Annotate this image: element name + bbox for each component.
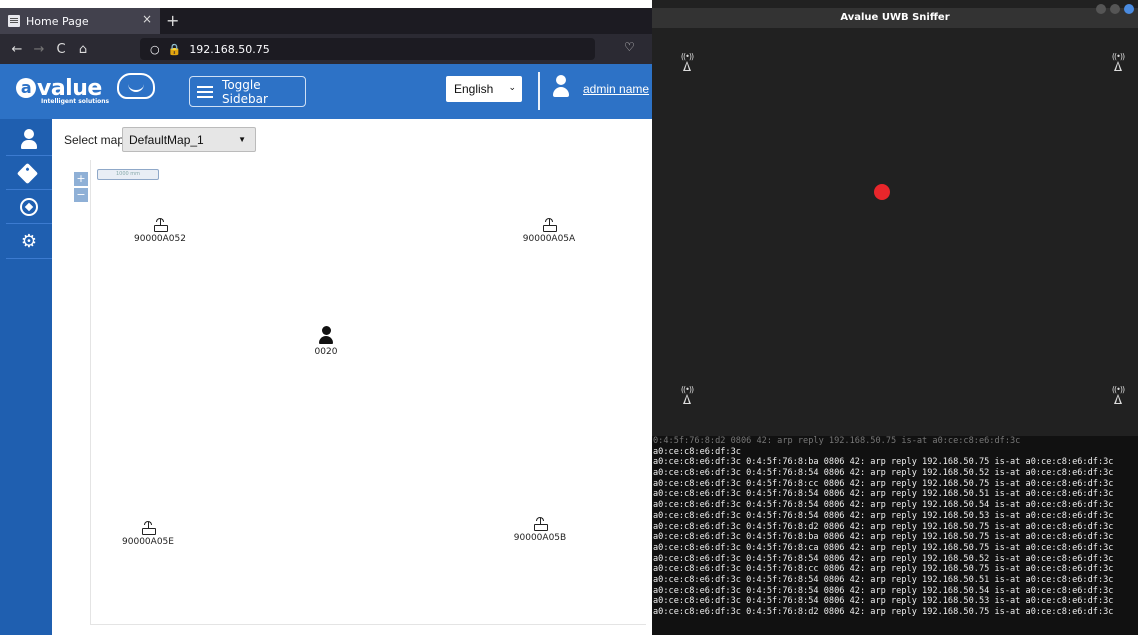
close-button[interactable] [1124,4,1134,14]
shield-icon[interactable]: ○ [150,43,160,56]
terminal-line: a0:ce:c8:e6:df:3c 0:4:5f:76:8:ba 0806 42… [653,457,1114,468]
tab-bar: Home Page × + [0,8,652,34]
person-tag-icon [321,326,331,335]
user-name-link[interactable]: admin name [583,82,649,96]
pocket-icon[interactable]: ♡ [624,40,635,54]
zoom-out-button[interactable]: − [74,188,88,202]
toggle-sidebar-label: Toggle Sidebar [222,77,268,106]
antenna-tower-icon: ((•)) [680,53,694,73]
user-avatar-icon[interactable] [553,75,569,101]
gear-icon: ⚙ [20,231,38,252]
antenna-tower-icon: ((•)) [680,386,694,406]
terminal-line: a0:ce:c8:e6:df:3c 0:4:5f:76:8:d2 0806 42… [653,607,1114,617]
language-select[interactable]: English ⌄ [446,76,522,102]
anchor-marker[interactable]: 90000A05A [504,218,594,244]
terminal-line: a0:ce:c8:e6:df:3c 0:4:5f:76:8:54 0806 42… [653,510,1114,521]
anchor-icon [533,517,548,531]
antenna-tower-icon: ((•)) [1111,53,1125,73]
lock-icon[interactable]: 🔒 [168,43,182,56]
browser-window: Home Page × + ← → C ⌂ ○ 🔒 192.168.50.75 … [0,0,719,635]
language-selected: English [454,82,494,96]
url-text: 192.168.50.75 [189,42,270,56]
terminal-line: a0:ce:c8:e6:df:3c 0:4:5f:76:8:cc 0806 42… [653,564,1114,575]
tag-icon [16,162,39,185]
app-header: a value Intelligent solutions Toggle Side… [0,64,652,119]
map-selected: DefaultMap_1 [129,132,204,147]
terminal-line: a0:ce:c8:e6:df:3c 0:4:5f:76:8:54 0806 42… [653,553,1114,564]
terminal-line: a0:ce:c8:e6:df:3c 0:4:5f:76:8:54 0806 42… [653,585,1114,596]
new-tab-button[interactable]: + [166,11,179,30]
antenna-tower-icon: ((•)) [1111,386,1125,406]
close-tab-icon[interactable]: × [142,12,152,26]
anchor-marker[interactable]: 90000A05B [495,517,585,543]
cloud-logo-icon [117,73,155,99]
maximize-button[interactable] [1110,4,1120,14]
map-select[interactable]: DefaultMap_1 ▼ [122,127,256,152]
anchor-icon [542,218,557,232]
terminal-line: a0:ce:c8:e6:df:3c 0:4:5f:76:8:54 0806 42… [653,574,1114,585]
anchor-label: 90000A05E [122,537,174,547]
anchor-label: 90000A05A [522,234,576,244]
sidebar-item-settings[interactable]: ⚙ [6,225,52,259]
toggle-sidebar-button[interactable]: Toggle Sidebar [189,76,306,107]
sidebar-item-person[interactable] [6,122,52,156]
terminal-line: a0:ce:c8:e6:df:3c 0:4:5f:76:8:cc 0806 42… [653,478,1114,489]
terminal-line: a0:ce:c8:e6:df:3c 0:4:5f:76:8:ca 0806 42… [653,542,1114,553]
anchor-marker[interactable]: 90000A052 [115,218,205,244]
hamburger-icon [197,85,213,98]
url-field[interactable]: ○ 🔒 192.168.50.75 ☆ [140,38,719,60]
tag-label: 0020 [314,347,338,357]
terminal-line: a0:ce:c8:e6:df:3c 0:4:5f:76:8:ba 0806 42… [653,532,1114,543]
zoom-in-button[interactable]: + [74,172,88,186]
minimize-button[interactable] [1096,4,1106,14]
header-divider [538,72,540,110]
sidebar-item-tags[interactable] [6,156,52,190]
terminal-line: a0:ce:c8:e6:df:3c [653,446,741,457]
screen: { "browser": { "tab": {"title": "Home Pa… [0,0,1138,635]
tab-home-page[interactable]: Home Page × [0,8,160,34]
terminal-line: a0:ce:c8:e6:df:3c 0:4:5f:76:8:54 0806 42… [653,468,1114,479]
terminal-line: a0:ce:c8:e6:df:3c 0:4:5f:76:8:54 0806 42… [653,596,1114,607]
position-dot [874,184,890,200]
terminal-line: a0:ce:c8:e6:df:3c 0:4:5f:76:8:54 0806 42… [653,489,1114,500]
tab-title: Home Page [26,14,89,28]
page-icon [8,15,20,27]
person-icon [24,129,34,139]
anchor-label: 90000A05B [513,533,567,543]
window-controls [1096,4,1134,14]
terminal-line: 0:4:5f:76:8:d2 0806 42: arp reply 192.16… [653,436,1021,446]
forward-arrow-icon[interactable]: → [28,42,50,57]
anchor-label: 90000A052 [134,234,186,244]
circle-tag-icon [20,197,38,216]
home-icon[interactable]: ⌂ [72,42,94,57]
sidebar-item-badge[interactable] [6,190,52,224]
sniffer-window: Avalue UWB Sniffer [652,0,1138,436]
tag-marker[interactable]: 0020 [306,326,346,357]
anchor-icon [153,218,168,232]
caret-down-icon: ▼ [238,135,246,144]
anchor-marker[interactable]: 90000A05E [103,521,193,547]
anchor-icon [141,521,156,535]
scale-bar: 1000 mm [97,169,159,180]
terminal-line: a0:ce:c8:e6:df:3c 0:4:5f:76:8:d2 0806 42… [653,521,1114,532]
chevron-down-icon: ⌄ [508,82,516,92]
back-arrow-icon[interactable]: ← [6,42,28,57]
select-map-label: Select map [64,133,125,147]
terminal-output[interactable]: 0:4:5f:76:8:d2 0806 42: arp reply 192.16… [652,436,1138,635]
logo-subtitle: Intelligent solutions [41,98,110,105]
navigation-bar: ← → C ⌂ ○ 🔒 192.168.50.75 ☆ [0,34,719,64]
reload-icon[interactable]: C [50,42,72,57]
terminal-line: a0:ce:c8:e6:df:3c 0:4:5f:76:8:54 0806 42… [653,500,1114,511]
window-title: Avalue UWB Sniffer [652,8,1138,28]
